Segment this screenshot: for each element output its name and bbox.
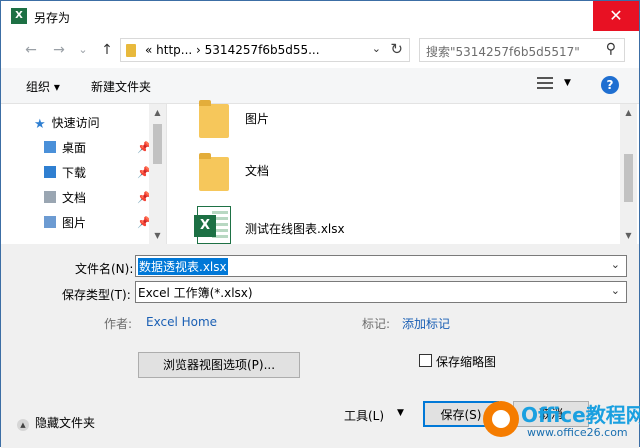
download-icon [44,166,56,178]
address-dropdown-chevron-icon[interactable]: ⌄ [372,42,381,55]
back-arrow-icon[interactable]: ← [21,40,41,60]
refresh-icon[interactable]: ↻ [390,40,403,58]
excel-file-icon: X [194,206,231,244]
sidebar-item-label: 下载 [62,166,87,180]
view-options-icon[interactable] [537,77,553,91]
filetype-label: 保存类型(T): [62,288,131,302]
author-label: 作者: [104,317,133,331]
filename-field[interactable]: 数据透视表.xlsx ⌄ [135,255,627,277]
scroll-down-icon[interactable]: ▼ [149,227,166,244]
excel-app-icon: X [11,8,27,24]
scroll-up-icon[interactable]: ▲ [620,104,637,121]
folder-icon [199,153,229,191]
search-icon[interactable]: ⚲ [606,41,616,57]
chevron-up-icon: ▲ [17,419,29,431]
filetype-value[interactable]: Excel 工作簿(*.xlsx) [138,284,253,301]
help-icon[interactable]: ? [601,76,619,94]
new-folder-button[interactable]: 新建文件夹 [91,78,151,95]
scroll-up-icon[interactable]: ▲ [149,104,166,121]
chevron-down-icon[interactable]: ⌄ [611,258,620,271]
filename-value[interactable]: 数据透视表.xlsx [138,258,228,275]
file-list: 图片 文档 X 测试在线图表.xlsx ▲ ▼ [167,100,639,244]
address-bar[interactable]: « http... › 5314257f6b5d55... ⌄ ↻ [120,38,410,62]
save-thumbnail-label[interactable]: 保存缩略图 [436,353,496,370]
tools-menu-button[interactable]: 工具(L) [344,407,384,424]
scroll-thumb[interactable] [153,124,162,164]
sidebar-item-label: 图片 [62,216,87,230]
documents-icon [44,191,56,203]
filetype-select[interactable]: Excel 工作簿(*.xlsx) ⌄ [135,281,627,303]
navigation-bar: ← → ⌄ ↑ « http... › 5314257f6b5d55... ⌄ … [1,32,639,68]
tags-label: 标记: [362,317,391,331]
navigation-pane: ★ 快速访问 桌面 📌 下载 📌 文档 📌 图片 📌 ▲ ▼ [1,104,167,244]
sidebar-item-desktop[interactable]: 桌面 [44,139,86,161]
forward-arrow-icon[interactable]: → [49,40,69,60]
hide-folders-toggle[interactable]: ▲ 隐藏文件夹 [17,414,95,431]
pictures-icon [44,216,56,228]
close-button[interactable]: ✕ [593,1,639,31]
sidebar-item-quick-access[interactable]: ★ 快速访问 [34,114,100,136]
save-thumbnail-checkbox[interactable] [419,354,432,367]
up-arrow-icon[interactable]: ↑ [97,40,117,60]
watermark-url: www.office26.com [527,426,628,439]
folder-icon [126,44,136,57]
add-tags-link[interactable]: 添加标记 [402,315,450,332]
folder-icon [199,100,229,138]
tools-dropdown-icon[interactable]: ▼ [397,408,404,418]
desktop-icon [44,141,56,153]
sidebar-item-pictures[interactable]: 图片 [44,214,86,236]
star-icon: ★ [34,117,46,132]
sidebar-item-label: 文档 [62,191,87,205]
sidebar-scrollbar[interactable]: ▲ ▼ [149,104,166,244]
recent-locations-chevron-icon[interactable]: ⌄ [73,40,93,60]
sidebar-item-documents[interactable]: 文档 [44,189,86,211]
save-as-dialog: X 另存为 ✕ ← → ⌄ ↑ « http... › 5314257f6b5d… [0,0,640,448]
file-name: 文档 [245,164,270,178]
browser-view-options-button[interactable]: 浏览器视图选项(P)... [138,352,300,378]
organize-menu-button[interactable]: 组织 ▾ [26,78,60,95]
breadcrumb[interactable]: « http... › 5314257f6b5d55... [145,43,320,57]
sidebar-item-label: 桌面 [62,141,87,155]
author-value[interactable]: Excel Home [146,315,217,329]
search-placeholder: 搜索"5314257f6b5d5517" [426,45,580,59]
watermark-brand: Office教程网 [521,403,640,427]
file-list-scrollbar[interactable]: ▲ ▼ [620,104,637,244]
view-options-dropdown-icon[interactable]: ▼ [564,78,571,88]
dialog-title: 另存为 [34,11,71,25]
file-name: 测试在线图表.xlsx [245,222,345,236]
filename-label: 文件名(N): [75,262,134,276]
sidebar-item-downloads[interactable]: 下载 [44,164,86,186]
hide-folders-label: 隐藏文件夹 [35,416,96,430]
search-input[interactable]: 搜索"5314257f6b5d5517" ⚲ [419,38,625,62]
scroll-thumb[interactable] [624,154,633,202]
chevron-down-icon[interactable]: ⌄ [611,284,620,297]
file-name: 图片 [245,112,270,126]
title-bar: X 另存为 ✕ [1,1,639,32]
command-toolbar: 组织 ▾ 新建文件夹 ▼ ? [1,68,639,104]
scroll-down-icon[interactable]: ▼ [620,227,637,244]
sidebar-item-label: 快速访问 [51,116,100,130]
watermark: Office教程网 www.office26.com [483,397,640,447]
office-logo-icon [483,401,519,437]
